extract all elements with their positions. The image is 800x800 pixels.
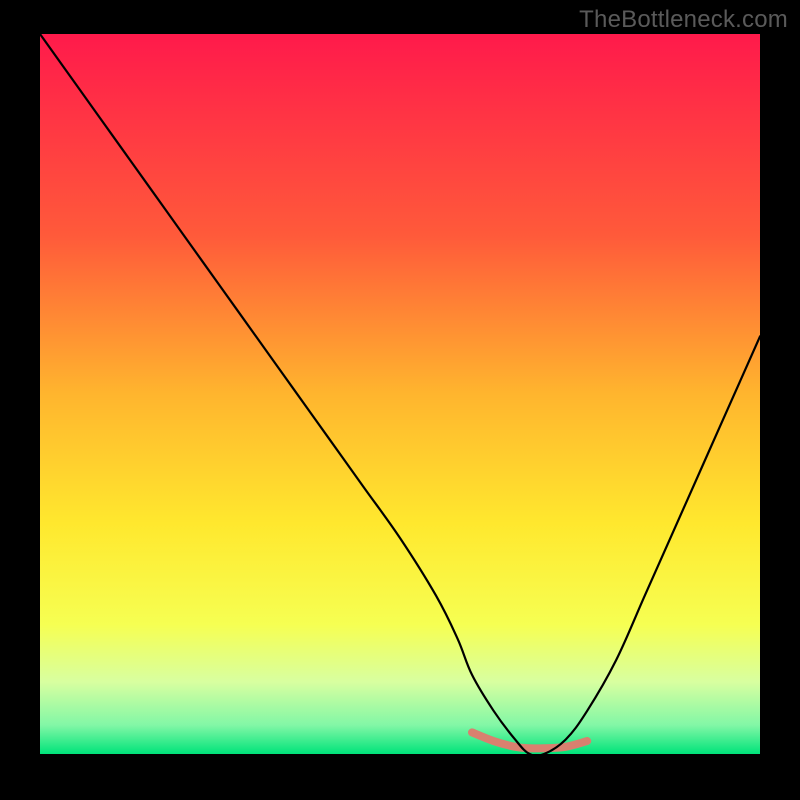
bottleneck-chart bbox=[40, 34, 760, 754]
watermark-text: TheBottleneck.com bbox=[579, 6, 788, 34]
gradient-background bbox=[40, 34, 760, 754]
chart-frame: TheBottleneck.com bbox=[0, 0, 800, 800]
plot-area bbox=[40, 34, 760, 754]
